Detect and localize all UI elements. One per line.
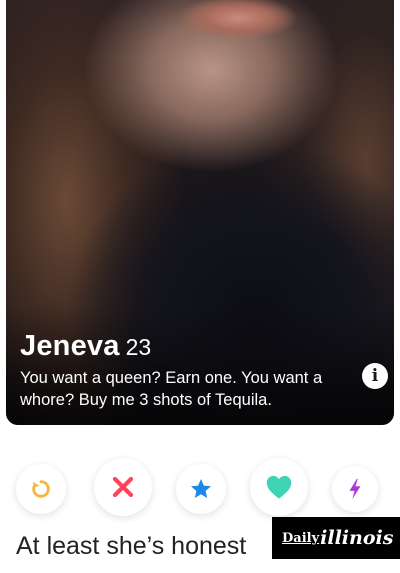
superlike-button[interactable]	[176, 464, 226, 514]
star-icon	[191, 479, 211, 498]
heart-icon	[266, 475, 292, 499]
profile-name: Jeneva	[20, 330, 120, 362]
rewind-button[interactable]	[16, 464, 66, 514]
rewind-icon	[32, 480, 50, 498]
action-bar	[0, 458, 400, 518]
lightning-icon	[349, 478, 361, 500]
logo-illinois: illinois	[320, 527, 394, 549]
profile-bio: You want a queen? Earn one. You want a w…	[20, 369, 323, 409]
fine-print	[0, 561, 400, 573]
caption-text: At least she’s honest	[16, 532, 247, 560]
like-button[interactable]	[250, 458, 308, 516]
boost-button[interactable]	[332, 466, 378, 512]
info-icon[interactable]: i	[362, 363, 388, 389]
profile-age: 23	[125, 334, 152, 360]
x-icon	[112, 476, 134, 498]
profile-card[interactable]: Jeneva 23 You want a queen? Earn one. You…	[6, 0, 394, 425]
profile-name-row: Jeneva 23	[20, 330, 151, 363]
daily-illini-logo: Daily illinois	[272, 517, 400, 559]
logo-daily: Daily	[282, 530, 320, 546]
nope-button[interactable]	[94, 458, 152, 516]
